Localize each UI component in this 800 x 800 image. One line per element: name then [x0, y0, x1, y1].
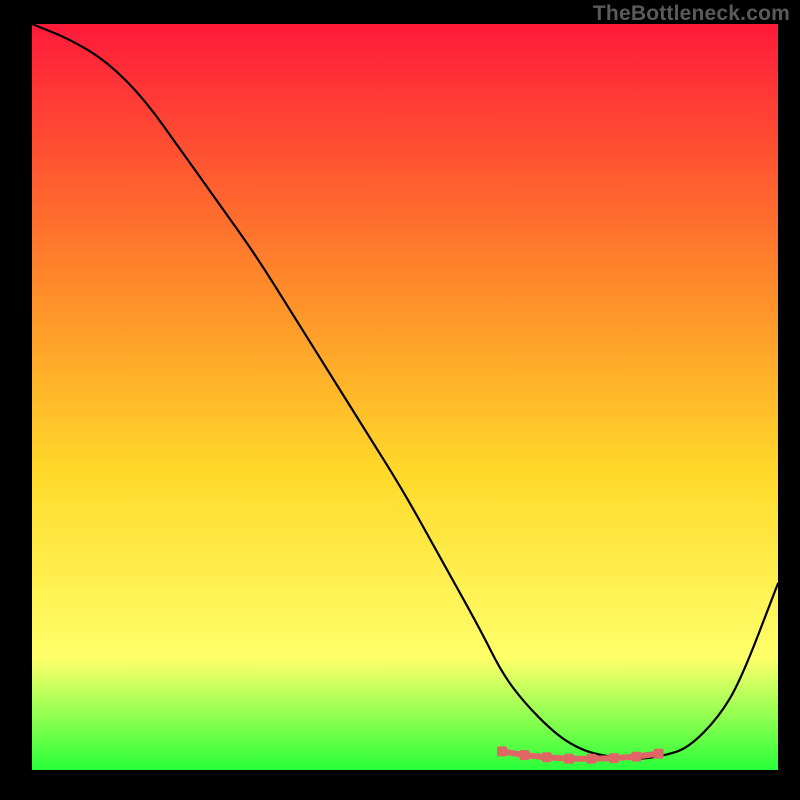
watermark-text: TheBottleneck.com [593, 2, 790, 26]
marker-point [497, 746, 507, 756]
marker-point [609, 753, 619, 763]
marker-point [587, 754, 597, 764]
marker-point [519, 750, 529, 760]
chart-svg [32, 24, 778, 770]
marker-point [564, 754, 574, 764]
plot-area [32, 24, 778, 770]
chart-frame: TheBottleneck.com [0, 0, 800, 800]
gradient-background [32, 24, 778, 770]
marker-point [542, 752, 552, 762]
marker-point [631, 752, 641, 762]
marker-point [654, 749, 664, 759]
